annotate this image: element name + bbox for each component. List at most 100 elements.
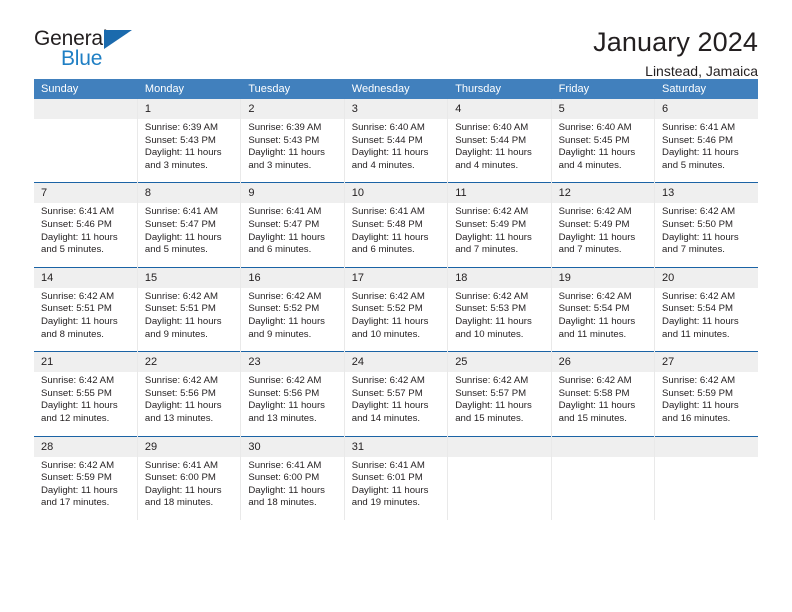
calendar-day-cell[interactable]: 10 Sunrise: 6:41 AM Sunset: 5:48 PM Dayligh…: [344, 182, 449, 268]
sunrise-text: Sunrise: 6:42 AM: [248, 290, 322, 302]
daylight-text-line1: Daylight: 11 hours: [248, 400, 325, 412]
sunrise-text: Sunrise: 6:42 AM: [351, 290, 425, 302]
sunset-text: Sunset: 5:58 PM: [558, 387, 630, 399]
calendar-day-cell[interactable]: 3 Sunrise: 6:40 AM Sunset: 5:44 PM Daylight…: [344, 99, 449, 183]
sunrise-text: Sunrise: 6:41 AM: [662, 122, 736, 133]
calendar-day-cell[interactable]: 13 Sunrise: 6:42 AM Sunset: 5:50 PM Dayligh…: [654, 182, 758, 268]
daylight-text-line1: Daylight: 11 hours: [351, 484, 429, 496]
calendar-day-cell[interactable]: 19 Sunrise: 6:42 AM Sunset: 5:54 PM Dayligh…: [551, 266, 656, 352]
calendar-day-cell[interactable]: 17 Sunrise: 6:42 AM Sunset: 5:52 PM Dayligh…: [344, 266, 449, 352]
day-number: 26: [551, 352, 655, 373]
sunrise-text: Sunrise: 6:42 AM: [144, 375, 218, 387]
sunset-text: Sunset: 5:56 PM: [144, 387, 216, 399]
sunrise-text: Sunrise: 6:39 AM: [144, 122, 218, 133]
day-number: 30: [241, 436, 344, 457]
sunset-text: Sunset: 5:52 PM: [351, 303, 423, 315]
triangle-icon: [104, 30, 132, 49]
calendar-day-cell[interactable]: 26 Sunrise: 6:42 AM Sunset: 5:58 PM Dayligh…: [551, 351, 656, 436]
day-details: Sunrise: 6:42 AM Sunset: 5:56 PM Daylight:…: [241, 372, 343, 435]
daylight-text-line1: Daylight: 11 hours: [455, 147, 532, 159]
day-details: Sunrise: 6:42 AM Sunset: 5:59 PM Daylight:…: [34, 457, 137, 520]
day-details: Sunrise: 6:42 AM Sunset: 5:54 PM Daylight:…: [655, 288, 758, 351]
day-details: Sunrise: 6:42 AM Sunset: 5:49 PM Daylight:…: [448, 203, 550, 266]
daylight-text-line1: Daylight: 11 hours: [41, 231, 118, 243]
calendar-day-cell[interactable]: 11 Sunrise: 6:42 AM Sunset: 5:49 PM Dayligh…: [447, 182, 552, 268]
day-details: Sunrise: 6:42 AM Sunset: 5:49 PM Daylight:…: [552, 203, 654, 266]
calendar-day-cell[interactable]: 22 Sunrise: 6:42 AM Sunset: 5:56 PM Dayligh…: [137, 351, 242, 436]
sunrise-text: Sunrise: 6:42 AM: [455, 290, 529, 302]
calendar-day-cell[interactable]: 14 Sunrise: 6:42 AM Sunset: 5:51 PM Dayligh…: [34, 266, 138, 352]
calendar-day-cell[interactable]: 15 Sunrise: 6:42 AM Sunset: 5:51 PM Dayligh…: [137, 266, 242, 352]
sunrise-text: Sunrise: 6:40 AM: [351, 122, 425, 133]
sunset-text: Sunset: 5:43 PM: [144, 134, 216, 146]
sunrise-text: Sunrise: 6:41 AM: [144, 206, 218, 218]
daylight-text-line2: and 12 minutes.: [41, 412, 110, 424]
calendar-day-cell[interactable]: 27 Sunrise: 6:42 AM Sunset: 5:59 PM Dayligh…: [654, 351, 758, 436]
daylight-text-line1: Daylight: 11 hours: [351, 315, 429, 327]
day-number: 25: [448, 352, 551, 373]
sunset-text: Sunset: 5:55 PM: [41, 387, 112, 399]
day-details: Sunrise: 6:42 AM Sunset: 5:59 PM Daylight:…: [655, 372, 758, 435]
sunset-text: Sunset: 5:59 PM: [662, 387, 733, 399]
calendar-day-cell[interactable]: 7 Sunrise: 6:41 AM Sunset: 5:46 PM Daylight…: [34, 182, 138, 268]
sunset-text: Sunset: 5:57 PM: [351, 387, 423, 399]
daylight-text-line1: Daylight: 11 hours: [248, 231, 325, 243]
daylight-text-line2: and 13 minutes.: [144, 412, 214, 424]
sunrise-text: Sunrise: 6:42 AM: [558, 206, 632, 218]
daylight-text-line1: Daylight: 11 hours: [144, 400, 222, 412]
daylight-text-line1: Daylight: 11 hours: [455, 231, 532, 243]
sunrise-sunset-calendar: Sunday Monday Tuesday Wednesday Thursday…: [34, 79, 758, 520]
calendar-day-cell[interactable]: 5 Sunrise: 6:40 AM Sunset: 5:45 PM Daylight…: [551, 99, 656, 183]
day-number: 2: [241, 99, 344, 119]
calendar-empty-cell: [447, 435, 552, 520]
day-number: 6: [655, 99, 758, 119]
calendar-day-cell[interactable]: 9 Sunrise: 6:41 AM Sunset: 5:47 PM Daylight…: [240, 182, 345, 268]
calendar-day-cell[interactable]: 20 Sunrise: 6:42 AM Sunset: 5:54 PM Dayligh…: [654, 266, 758, 352]
calendar-day-cell[interactable]: 1 Sunrise: 6:39 AM Sunset: 5:43 PM Daylight…: [137, 99, 242, 183]
calendar-day-cell[interactable]: 30 Sunrise: 6:41 AM Sunset: 6:00 PM Dayligh…: [240, 435, 345, 520]
daylight-text-line1: Daylight: 11 hours: [662, 231, 739, 243]
sunrise-text: Sunrise: 6:42 AM: [41, 290, 115, 302]
daylight-text-line1: Daylight: 11 hours: [41, 315, 118, 327]
day-number: 5: [551, 99, 655, 119]
calendar-day-cell[interactable]: 4 Sunrise: 6:40 AM Sunset: 5:44 PM Daylight…: [447, 99, 552, 183]
calendar-day-cell[interactable]: 25 Sunrise: 6:42 AM Sunset: 5:57 PM Dayligh…: [447, 351, 552, 436]
column-header-wednesday: Wednesday: [344, 79, 449, 99]
day-number: 20: [655, 267, 758, 288]
daylight-text-line2: and 10 minutes.: [351, 328, 421, 340]
daylight-text-line1: Daylight: 11 hours: [662, 147, 739, 159]
sunset-text: Sunset: 5:45 PM: [558, 134, 630, 146]
daylight-text-line2: and 15 minutes.: [558, 412, 627, 424]
calendar-week-row: 14 Sunrise: 6:42 AM Sunset: 5:51 PM Dayligh…: [34, 266, 758, 352]
daylight-text-line2: and 16 minutes.: [662, 412, 731, 424]
day-details: Sunrise: 6:41 AM Sunset: 5:47 PM Daylight:…: [138, 203, 240, 266]
calendar-day-cell[interactable]: 18 Sunrise: 6:42 AM Sunset: 5:53 PM Dayligh…: [447, 266, 552, 352]
daylight-text-line1: Daylight: 11 hours: [144, 315, 222, 327]
day-details: Sunrise: 6:41 AM Sunset: 6:01 PM Daylight:…: [345, 457, 447, 520]
calendar-day-cell[interactable]: 24 Sunrise: 6:42 AM Sunset: 5:57 PM Dayligh…: [344, 351, 449, 436]
day-number: 16: [241, 267, 344, 288]
calendar-day-cell[interactable]: 8 Sunrise: 6:41 AM Sunset: 5:47 PM Daylight…: [137, 182, 242, 268]
sunset-text: Sunset: 5:44 PM: [455, 134, 527, 146]
calendar-header-row: Sunday Monday Tuesday Wednesday Thursday…: [34, 79, 758, 99]
calendar-day-cell[interactable]: 31 Sunrise: 6:41 AM Sunset: 6:01 PM Dayligh…: [344, 435, 449, 520]
sunrise-text: Sunrise: 6:42 AM: [558, 290, 632, 302]
day-number: [448, 436, 551, 457]
day-number: 22: [137, 352, 241, 373]
calendar-day-cell[interactable]: 16 Sunrise: 6:42 AM Sunset: 5:52 PM Dayligh…: [240, 266, 345, 352]
brand-logo[interactable]: General Blue: [34, 26, 144, 78]
calendar-day-cell[interactable]: 6 Sunrise: 6:41 AM Sunset: 5:46 PM Daylight…: [655, 99, 758, 183]
calendar-day-cell[interactable]: 21 Sunrise: 6:42 AM Sunset: 5:55 PM Dayligh…: [34, 351, 138, 436]
calendar-day-cell[interactable]: 28 Sunrise: 6:42 AM Sunset: 5:59 PM Dayligh…: [34, 435, 138, 520]
calendar-day-cell[interactable]: 29 Sunrise: 6:41 AM Sunset: 6:00 PM Dayligh…: [137, 435, 242, 520]
calendar-empty-cell: [34, 99, 138, 183]
column-header-monday: Monday: [137, 79, 242, 99]
calendar-week-row: 7 Sunrise: 6:41 AM Sunset: 5:46 PM Daylight…: [34, 182, 758, 268]
sunrise-text: Sunrise: 6:40 AM: [455, 122, 529, 133]
day-details: Sunrise: 6:41 AM Sunset: 6:00 PM Daylight:…: [241, 457, 343, 520]
daylight-text-line2: and 4 minutes.: [455, 159, 519, 171]
calendar-day-cell[interactable]: 23 Sunrise: 6:42 AM Sunset: 5:56 PM Dayligh…: [240, 351, 345, 436]
day-number: 15: [137, 267, 241, 288]
calendar-day-cell[interactable]: 2 Sunrise: 6:39 AM Sunset: 5:43 PM Daylight…: [240, 99, 345, 183]
calendar-day-cell[interactable]: 12 Sunrise: 6:42 AM Sunset: 5:49 PM Dayligh…: [551, 182, 656, 268]
